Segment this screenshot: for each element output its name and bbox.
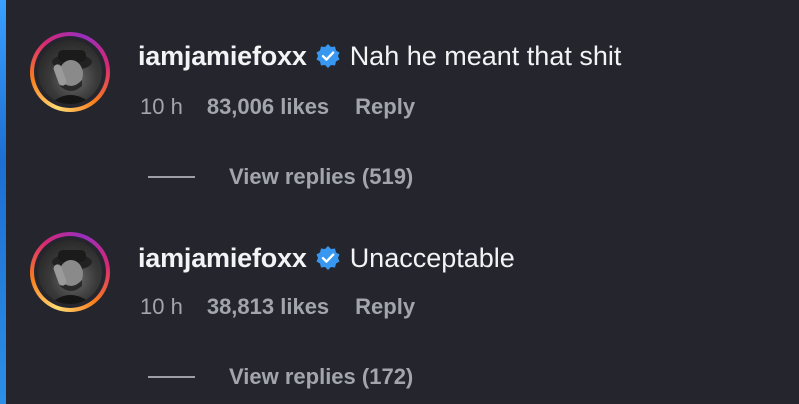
comment-item: iamjamiefoxx Unacceptable 10 h 38,813 li… xyxy=(0,200,799,400)
reply-button[interactable]: Reply xyxy=(355,94,415,120)
avatar[interactable] xyxy=(30,32,110,112)
avatar-photo xyxy=(38,240,102,304)
likes-count[interactable]: 38,813 likes xyxy=(207,294,329,320)
verified-badge-icon xyxy=(315,245,341,271)
username-link[interactable]: iamjamiefoxx xyxy=(138,41,307,72)
avatar[interactable] xyxy=(30,232,110,312)
comment-headline: iamjamiefoxx Unacceptable xyxy=(138,240,515,276)
timestamp: 10 h xyxy=(140,94,183,119)
comment-text: Unacceptable xyxy=(349,242,515,273)
comments-panel: iamjamiefoxx Nah he meant that shit 10 h… xyxy=(0,0,799,404)
likes-count[interactable]: 83,006 likes xyxy=(207,94,329,120)
timestamp: 10 h xyxy=(140,294,183,319)
view-replies-label: View replies (519) xyxy=(229,164,414,189)
comment-meta: 10 h 38,813 likes Reply xyxy=(140,292,415,322)
reply-button[interactable]: Reply xyxy=(355,294,415,320)
username-link[interactable]: iamjamiefoxx xyxy=(138,243,307,274)
comment-text: Nah he meant that shit xyxy=(349,40,622,71)
view-replies-button[interactable]: View replies (172) xyxy=(148,362,413,392)
view-replies-button[interactable]: View replies (519) xyxy=(148,162,413,192)
comment-meta: 10 h 83,006 likes Reply xyxy=(140,92,415,122)
comment-headline: iamjamiefoxx Nah he meant that shit xyxy=(138,38,621,74)
comment-item: iamjamiefoxx Nah he meant that shit 10 h… xyxy=(0,0,799,200)
replies-divider-line xyxy=(148,176,195,178)
verified-badge-icon xyxy=(315,43,341,69)
avatar-photo xyxy=(38,40,102,104)
view-replies-label: View replies (172) xyxy=(229,364,414,389)
replies-divider-line xyxy=(148,376,195,378)
